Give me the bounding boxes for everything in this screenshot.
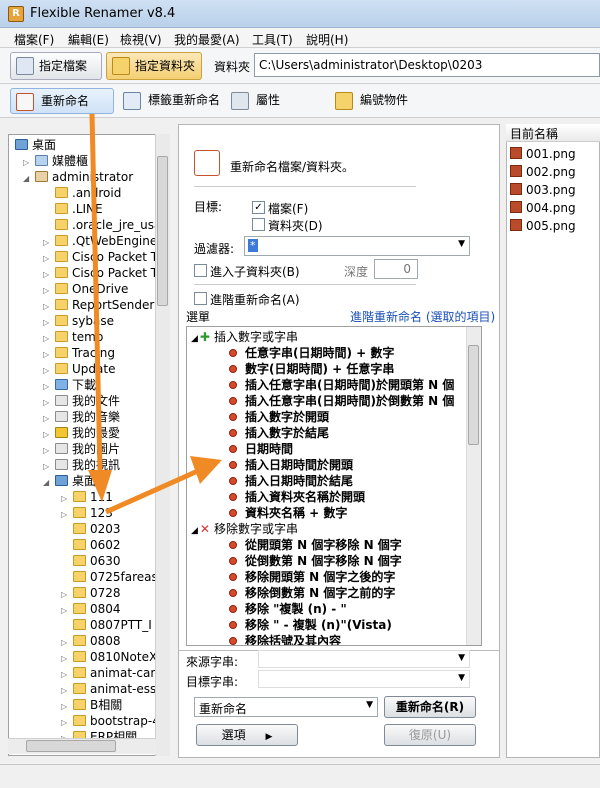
arrow-line-right xyxy=(104,467,202,515)
status-bar xyxy=(0,764,600,788)
annotation-arrows xyxy=(88,113,222,515)
arrow-line-down xyxy=(89,113,103,471)
arrow-head-down xyxy=(88,470,112,502)
